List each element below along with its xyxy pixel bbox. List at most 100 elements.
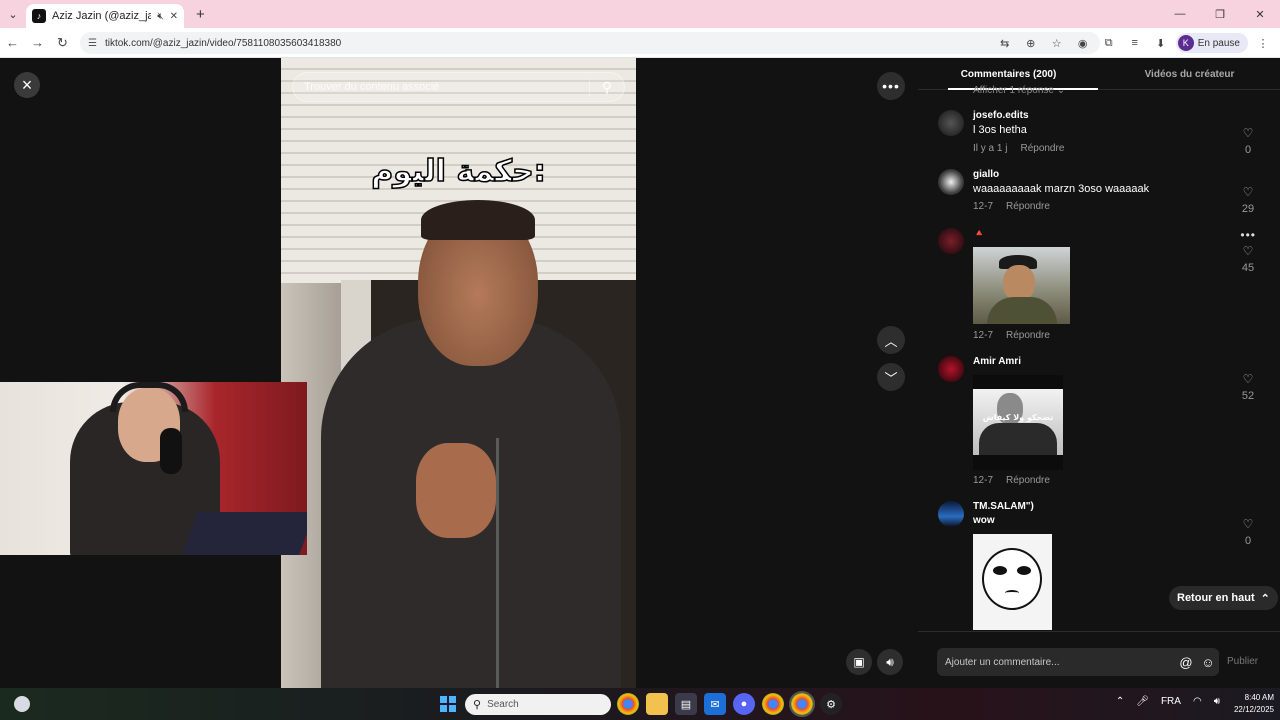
taskbar-search[interactable]: ⚲ Search xyxy=(465,694,611,715)
new-tab-button[interactable]: + xyxy=(196,6,205,23)
previous-video-button[interactable]: ︿ xyxy=(877,326,905,354)
tab-close-icon[interactable]: ✕ xyxy=(170,11,178,22)
extension-icon[interactable]: ◉ xyxy=(1072,32,1094,54)
avatar[interactable] xyxy=(938,228,964,254)
comment-sticker-image[interactable] xyxy=(973,247,1070,324)
reload-button[interactable]: ↻ xyxy=(50,28,75,58)
chrome-profile-app-icon[interactable] xyxy=(762,693,784,715)
taskbar-search-label: Search xyxy=(487,699,519,710)
comment-username[interactable]: TM.SALAM") xyxy=(973,501,1034,512)
tray-overflow-icon[interactable]: ⌃ xyxy=(1116,696,1124,707)
close-window-button[interactable]: ✕ xyxy=(1240,0,1280,28)
like-count: 0 xyxy=(1244,144,1252,156)
reply-button[interactable]: Répondre xyxy=(1020,143,1064,154)
reply-button[interactable]: Répondre xyxy=(1006,475,1050,486)
video-caption-text: حكمة اليوم: xyxy=(371,153,547,190)
back-to-top-button[interactable]: Retour en haut ⌃ xyxy=(1169,586,1278,610)
heart-icon[interactable]: ♡ xyxy=(1240,517,1256,531)
like-control[interactable]: ♡ 0 xyxy=(1240,517,1256,547)
store-app-icon[interactable]: ▤ xyxy=(675,693,697,715)
avatar[interactable] xyxy=(938,501,964,527)
back-to-top-label: Retour en haut xyxy=(1177,592,1255,604)
related-content-search[interactable]: Trouver du contenu associé ⚲ xyxy=(292,72,625,102)
search-icon[interactable]: ⚲ xyxy=(590,79,624,96)
comment-input[interactable]: Ajouter un commentaire... @ ☺ xyxy=(937,648,1219,676)
toolbar-actions: ⇆ ⊕ ☆ ◉ ⧉ ≡ ⬇ K En pause ⋮ xyxy=(994,28,1280,58)
wifi-icon[interactable]: ◠ xyxy=(1193,696,1202,707)
avatar[interactable] xyxy=(938,356,964,382)
avatar[interactable] xyxy=(938,169,964,195)
settings-app-icon[interactable]: ⚙ xyxy=(820,693,842,715)
tab-search-icon[interactable]: ⌄ xyxy=(0,0,26,28)
next-video-button[interactable]: ﹀ xyxy=(877,363,905,391)
related-search-placeholder: Trouver du contenu associé xyxy=(304,81,440,93)
translate-icon[interactable]: ⇆ xyxy=(994,32,1016,54)
windows-taskbar: ⚲ Search ▤ ✉ ● ⚙ ⌃ 🎤︎ FRA ◠ 🔊︎ 8:40 AM 2… xyxy=(0,688,1280,720)
meme-caption-text: تضحكو ولا كيفاش xyxy=(982,413,1054,422)
zoom-icon[interactable]: ⊕ xyxy=(1020,32,1042,54)
comment-date: 12-7 xyxy=(973,475,994,486)
site-info-icon[interactable]: ☰ xyxy=(88,38,97,49)
volume-icon[interactable]: 🔊︎ xyxy=(1214,696,1220,707)
profile-button[interactable]: K En pause xyxy=(1175,33,1248,53)
reply-button[interactable]: Répondre xyxy=(1006,330,1050,341)
microphone-icon[interactable]: 🎤︎ xyxy=(1136,696,1149,707)
drawing-eye-left xyxy=(993,566,1007,575)
forward-button[interactable]: → xyxy=(25,28,50,58)
heart-icon[interactable]: ♡ xyxy=(1240,185,1256,199)
heart-icon[interactable]: ♡ xyxy=(1240,372,1256,386)
comment-meme-drawing[interactable] xyxy=(973,534,1052,630)
extensions-puzzle-icon[interactable]: ⧉ xyxy=(1098,32,1120,54)
comment-more-icon[interactable]: ••• xyxy=(1240,228,1256,242)
discord-app-icon[interactable]: ● xyxy=(733,693,755,715)
comment-meta: 12-7 Répondre xyxy=(973,475,1050,486)
like-control[interactable]: ♡ 52 xyxy=(1240,372,1256,402)
heart-icon[interactable]: ♡ xyxy=(1240,126,1256,140)
like-control[interactable]: ♡ 45 xyxy=(1240,244,1256,274)
bookmark-star-icon[interactable]: ☆ xyxy=(1046,32,1068,54)
webcam-microphone xyxy=(160,428,182,474)
like-control[interactable]: ♡ 0 xyxy=(1240,126,1256,156)
chrome-app-icon[interactable] xyxy=(617,693,639,715)
url-text: tiktok.com/@aziz_jazin/video/75811080356… xyxy=(104,37,342,49)
comment-username[interactable]: giallo xyxy=(973,169,999,180)
close-video-button[interactable]: × xyxy=(14,72,40,98)
browser-tab-active[interactable]: ♪ Aziz Jazin (@aziz_jazin) | Ti 🔇︎ ✕ xyxy=(26,4,184,28)
heart-icon[interactable]: ♡ xyxy=(1240,244,1256,258)
minimize-button[interactable]: — xyxy=(1160,0,1200,28)
mail-app-icon[interactable]: ✉ xyxy=(704,693,726,715)
back-button[interactable]: ← xyxy=(0,28,25,58)
more-options-button[interactable]: ••• xyxy=(877,72,905,100)
comment-username[interactable]: josefo.edits xyxy=(973,110,1029,121)
comment-username[interactable]: 🔺 xyxy=(973,228,985,239)
downloads-icon[interactable]: ⬇ xyxy=(1150,32,1172,54)
like-control[interactable]: ♡ 29 xyxy=(1240,185,1256,215)
restore-button[interactable]: ❐ xyxy=(1200,0,1240,28)
mention-icon[interactable]: @ xyxy=(1175,655,1197,670)
profile-status: En pause xyxy=(1197,37,1240,49)
url-field[interactable]: ☰ tiktok.com/@aziz_jazin/video/758110803… xyxy=(80,32,1100,54)
comment-username[interactable]: Amir Amri xyxy=(973,356,1021,367)
video-player[interactable]: حكمة اليوم: xyxy=(281,58,636,688)
language-indicator[interactable]: FRA xyxy=(1161,696,1181,707)
tab-creator-videos[interactable]: Vidéos du créateur xyxy=(1099,58,1280,90)
start-button[interactable] xyxy=(440,696,456,712)
emoji-icon[interactable]: ☺ xyxy=(1197,655,1219,670)
mini-player-button[interactable]: ▣ xyxy=(846,649,872,675)
comment-meta: 12-7 Répondre xyxy=(973,201,1050,212)
drawing-face xyxy=(982,548,1042,610)
file-explorer-icon[interactable] xyxy=(646,693,668,715)
browser-menu-icon[interactable]: ⋮ xyxy=(1252,32,1274,54)
comment-meme-image[interactable]: تضحكو ولا كيفاش xyxy=(973,375,1063,470)
reading-list-icon[interactable]: ≡ xyxy=(1124,32,1146,54)
tab-mute-icon[interactable]: 🔇︎ xyxy=(157,11,163,22)
reply-button[interactable]: Répondre xyxy=(1006,201,1050,212)
avatar[interactable] xyxy=(938,110,964,136)
chrome-active-app-icon[interactable] xyxy=(789,691,815,717)
taskbar-apps: ▤ ✉ ● ⚙ xyxy=(617,691,842,717)
taskbar-clock[interactable]: 8:40 AM 22/12/2025 xyxy=(1234,692,1274,716)
weather-widget-icon[interactable] xyxy=(14,696,30,712)
publish-button[interactable]: Publier xyxy=(1227,656,1258,667)
volume-button[interactable]: 🔊︎ xyxy=(877,649,903,675)
show-replies-link[interactable]: Afficher 1 réponse ⌄ xyxy=(973,85,1065,96)
